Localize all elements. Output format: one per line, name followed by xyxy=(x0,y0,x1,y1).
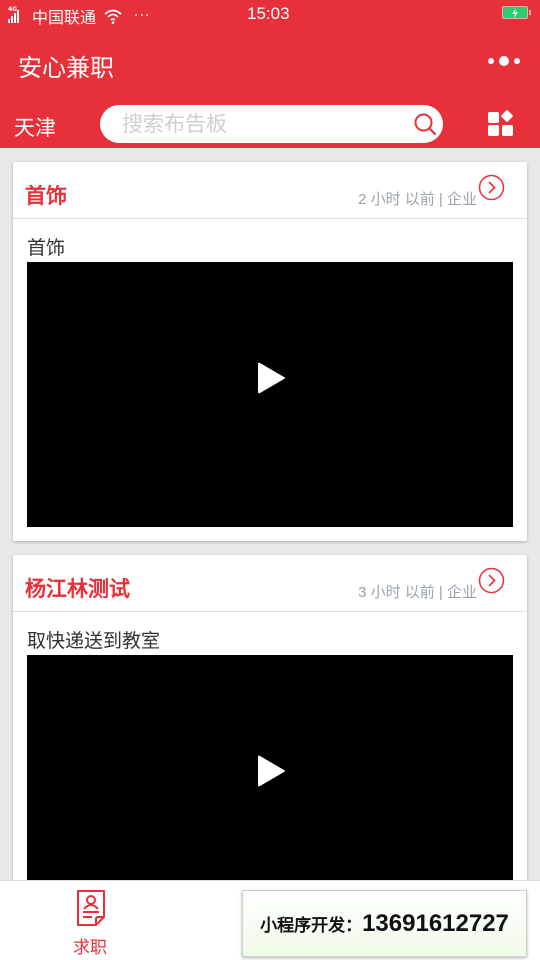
promo-overlay: 小程序开发： 13691612727 xyxy=(242,890,527,957)
network-type: 4G xyxy=(8,6,18,13)
post-description: 取快递送到教室 xyxy=(27,630,161,652)
search-input[interactable] xyxy=(122,109,402,139)
tab-label: 求职 xyxy=(73,938,107,958)
post-card[interactable]: 杨江林测试 3 小时 以前 | 企业 取快递送到教室 xyxy=(13,555,527,880)
post-meta: 3 小时 以前 | 企业 xyxy=(358,584,477,601)
post-title: 杨江林测试 xyxy=(25,577,130,601)
status-more: ··· xyxy=(134,8,151,24)
status-bar: 4G 中国联通 ··· 15:03 xyxy=(0,0,540,30)
post-card-header: 杨江林测试 3 小时 以前 | 企业 xyxy=(13,555,527,612)
chevron-right-circle-icon[interactable] xyxy=(478,567,505,594)
capsule-more-icon[interactable] xyxy=(488,56,520,66)
play-icon[interactable] xyxy=(256,361,286,395)
chevron-right-circle-icon[interactable] xyxy=(478,174,505,201)
video-player[interactable] xyxy=(27,655,513,880)
signal-icon: 4G xyxy=(8,6,28,23)
status-left: 4G 中国联通 ··· xyxy=(8,4,150,28)
battery-icon xyxy=(502,6,531,19)
carrier-name: 中国联通 xyxy=(32,8,97,27)
tab-job-search[interactable]: 求职 xyxy=(0,881,180,960)
post-card[interactable]: 首饰 2 小时 以前 | 企业 首饰 xyxy=(13,162,527,541)
wifi-icon xyxy=(104,9,122,24)
post-description: 首饰 xyxy=(27,237,66,259)
nav-bar: 安心兼职 xyxy=(0,30,540,98)
promo-label: 小程序开发： xyxy=(260,916,363,936)
city-selector[interactable]: 天津 xyxy=(14,112,56,142)
search-icon[interactable] xyxy=(413,112,437,136)
app-title: 安心兼职 xyxy=(18,54,114,82)
post-title: 首饰 xyxy=(25,184,67,208)
search-row: 天津 xyxy=(0,98,540,148)
search-box[interactable] xyxy=(100,105,443,143)
post-list: 首饰 2 小时 以前 | 企业 首饰 杨江林测试 3 小时 以前 | 企业 取快… xyxy=(0,148,540,880)
grid-icon[interactable] xyxy=(487,110,515,138)
clock: 15:03 xyxy=(247,4,290,23)
post-card-header: 首饰 2 小时 以前 | 企业 xyxy=(13,162,527,219)
charging-bolt-icon xyxy=(512,7,518,18)
video-player[interactable] xyxy=(27,262,513,527)
resume-icon xyxy=(77,890,105,926)
play-icon[interactable] xyxy=(256,754,286,788)
post-meta: 2 小时 以前 | 企业 xyxy=(358,191,477,208)
promo-phone: 13691612727 xyxy=(362,909,509,937)
